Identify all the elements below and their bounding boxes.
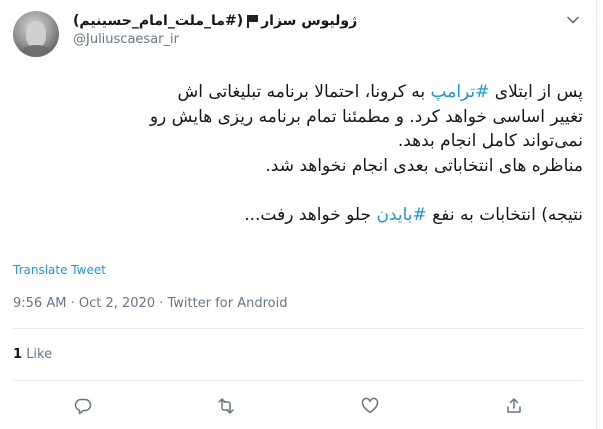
retweet-icon[interactable]: [216, 396, 236, 416]
author-name-row[interactable]: ژولیوس سزار (#ما_ملت_امام_حسینیم): [73, 13, 357, 29]
author-name[interactable]: ژولیوس سزار: [261, 13, 357, 29]
tweet-card: ژولیوس سزار (#ما_ملت_امام_حسینیم) @Juliu…: [0, 0, 597, 429]
author-name-tag: (#ما_ملت_امام_حسینیم): [73, 13, 244, 29]
hashtag-link[interactable]: #بایدن: [376, 205, 426, 225]
likes-count[interactable]: 1 Like: [13, 347, 52, 362]
hashtag-link[interactable]: #ترامپ: [431, 82, 490, 102]
meta-separator: ·: [70, 296, 75, 311]
chevron-down-icon[interactable]: [566, 12, 580, 26]
tweet-meta: 9:56 AM · Oct 2, 2020 · Twitter for Andr…: [13, 296, 288, 311]
tweet-date[interactable]: Oct 2, 2020: [79, 296, 155, 311]
tweet-line: نمی‌تواند کامل انجام بدهد.: [397, 131, 583, 151]
tweet-time[interactable]: 9:56 AM: [13, 296, 66, 311]
tweet-line: پس از ابتلای #ترامپ به کرونا، احتمالا بر…: [177, 82, 583, 102]
reply-icon[interactable]: [73, 396, 93, 416]
share-icon[interactable]: [504, 396, 524, 416]
avatar[interactable]: [13, 11, 59, 57]
tweet-text: پس از ابتلای #ترامپ به کرونا، احتمالا بر…: [12, 80, 583, 227]
meta-separator: ·: [159, 296, 164, 311]
tweet-source[interactable]: Twitter for Android: [168, 296, 288, 311]
divider: [13, 328, 584, 329]
author-handle[interactable]: @Juliuscaesar_ir: [73, 32, 179, 47]
flag-icon: [246, 15, 259, 28]
translate-tweet-link[interactable]: Translate Tweet: [13, 263, 106, 277]
heart-icon[interactable]: [360, 396, 380, 416]
likes-label: Like: [26, 347, 53, 362]
tweet-line: نتیجه) انتخابات به نفع #بایدن جلو خواهد …: [244, 204, 583, 225]
divider: [13, 380, 584, 381]
tweet-line: تغییر اساسی خواهد کرد. و مطمئنا تمام برن…: [149, 106, 583, 127]
tweet-line: مناظره های انتخاباتی بعدی انجام نخواهد ش…: [265, 155, 583, 176]
avatar-face: [26, 21, 46, 47]
likes-number: 1: [13, 347, 23, 362]
avatar-shoulders: [19, 45, 53, 57]
